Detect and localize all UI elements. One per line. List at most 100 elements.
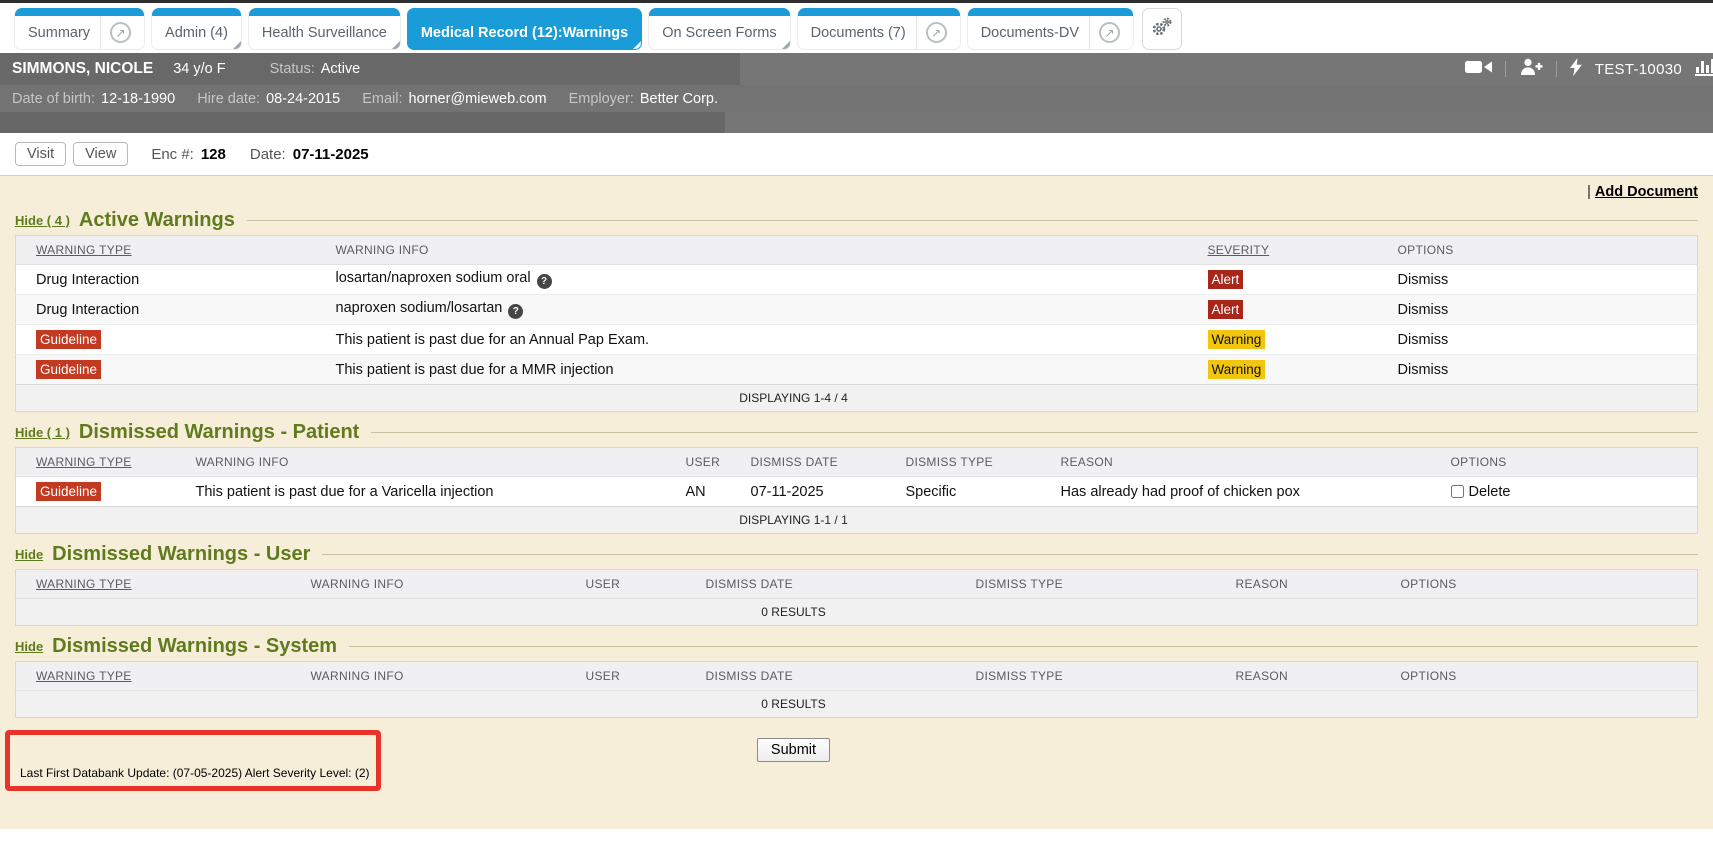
header-icon-cluster: TEST-10030 [1465, 53, 1713, 85]
col-user: USER [566, 662, 686, 691]
col-warning-info: WARNING INFO [291, 570, 566, 599]
tab-summary[interactable]: Summary ↗ [14, 8, 145, 50]
dismiss-type-cell: Specific [886, 477, 1041, 507]
col-options: OPTIONS [1431, 448, 1698, 477]
view-button[interactable]: View [73, 142, 128, 166]
warning-info-cell: This patient is past due for an Annual P… [316, 325, 1188, 355]
popout-segment: ↗ [100, 16, 131, 49]
tab-on-screen-forms[interactable]: On Screen Forms [648, 8, 790, 50]
col-severity: SEVERITY [1188, 236, 1378, 265]
dismissed-user-table: WARNING TYPE WARNING INFO USER DISMISS D… [15, 569, 1698, 626]
date-value: 07-11-2025 [293, 146, 369, 163]
popout-icon[interactable]: ↗ [926, 22, 947, 43]
hide-link[interactable]: Hide [15, 547, 43, 562]
warning-info-cell: losartan/naproxen sodium oral? [316, 265, 1188, 295]
sort-link[interactable]: WARNING TYPE [36, 577, 132, 591]
col-warning-type: WARNING TYPE [16, 662, 291, 691]
tab-admin[interactable]: Admin (4) [151, 8, 242, 50]
hide-link[interactable]: Hide ( 1 ) [15, 425, 70, 440]
section-header-dismissed-patient: Hide ( 1 ) Dismissed Warnings - Patient [15, 421, 1698, 444]
col-dismiss-type: DISMISS TYPE [956, 662, 1216, 691]
tab-accent-strip [152, 8, 241, 16]
dob-value: 12-18-1990 [101, 91, 175, 107]
table-footer-row: 0 RESULTS [16, 691, 1698, 718]
tab-health-surveillance[interactable]: Health Surveillance [248, 8, 401, 50]
dismiss-link[interactable]: Dismiss [1398, 302, 1449, 318]
section-rule [322, 554, 1698, 555]
visit-button[interactable]: Visit [15, 142, 66, 166]
table-header-row: WARNING TYPE WARNING INFO SEVERITY OPTIO… [16, 236, 1698, 265]
add-user-icon[interactable] [1519, 58, 1543, 80]
sort-link[interactable]: WARNING TYPE [36, 243, 132, 257]
col-options: OPTIONS [1378, 236, 1698, 265]
dismissed-system-table: WARNING TYPE WARNING INFO USER DISMISS D… [15, 661, 1698, 718]
sort-link[interactable]: WARNING TYPE [36, 455, 132, 469]
results-count: 0 RESULTS [16, 599, 1698, 626]
warning-info-cell: This patient is past due for a Varicella… [176, 477, 666, 507]
submit-button[interactable]: Submit [757, 738, 830, 762]
tab-accent-strip [249, 8, 400, 16]
popout-icon[interactable]: ↗ [110, 22, 131, 43]
dismiss-link[interactable]: Dismiss [1398, 332, 1449, 348]
table-row: Drug Interaction naproxen sodium/losarta… [16, 295, 1698, 325]
warning-type-cell: Guideline [16, 477, 176, 507]
sort-link[interactable]: SEVERITY [1208, 243, 1270, 257]
col-user: USER [566, 570, 686, 599]
severity-cell: Alert [1188, 265, 1378, 295]
warnings-page: |Add Document Hide ( 4 ) Active Warnings… [0, 176, 1713, 829]
col-warning-type: WARNING TYPE [16, 448, 176, 477]
section-title: Dismissed Warnings - System [52, 635, 337, 658]
dismiss-link[interactable]: Dismiss [1398, 362, 1449, 378]
tab-medical-record-warnings[interactable]: Medical Record (12):Warnings [407, 8, 642, 50]
employer-value: Better Corp. [640, 91, 718, 107]
severity-badge: Alert [1208, 270, 1244, 289]
hide-link[interactable]: Hide ( 4 ) [15, 213, 70, 228]
warning-info-text: losartan/naproxen sodium oral [336, 270, 531, 286]
displaying-count: DISPLAYING 1-1 / 1 [16, 507, 1698, 534]
bar-chart-icon[interactable] [1695, 58, 1713, 81]
tab-documents[interactable]: Documents (7) ↗ [797, 8, 961, 50]
employer-label: Employer: [569, 91, 634, 107]
col-options: OPTIONS [1381, 570, 1698, 599]
help-icon[interactable]: ? [508, 304, 523, 319]
sort-link[interactable]: WARNING TYPE [36, 669, 132, 683]
options-cell: Dismiss [1378, 325, 1698, 355]
col-warning-type: WARNING TYPE [16, 570, 291, 599]
section-title: Dismissed Warnings - Patient [79, 421, 359, 444]
delete-checkbox[interactable] [1451, 485, 1464, 498]
settings-button[interactable] [1142, 8, 1182, 50]
dismiss-link[interactable]: Dismiss [1398, 272, 1449, 288]
popout-segment: ↗ [1089, 16, 1120, 49]
tab-label: Documents-DV [981, 25, 1079, 41]
table-header-row: WARNING TYPE WARNING INFO USER DISMISS D… [16, 570, 1698, 599]
guideline-badge: Guideline [36, 360, 101, 379]
patient-header-row-2: Date of birth:12-18-1990 Hire date:08-24… [0, 85, 1713, 112]
displaying-count: DISPLAYING 1-4 / 4 [16, 385, 1698, 412]
video-camera-icon[interactable] [1465, 59, 1492, 80]
severity-cell: Warning [1188, 355, 1378, 385]
col-dismiss-type: DISMISS TYPE [956, 570, 1216, 599]
icon-divider [1505, 61, 1506, 77]
patient-id: TEST-10030 [1595, 61, 1682, 78]
col-options: OPTIONS [1381, 662, 1698, 691]
warning-type-cell: Guideline [16, 325, 316, 355]
popout-segment: ↗ [916, 16, 947, 49]
patient-header: SIMMONS, NICOLE 34 y/o F Status: Active … [0, 53, 1713, 133]
section-header-dismissed-user: Hide Dismissed Warnings - User [15, 543, 1698, 566]
hire-date-label: Hire date: [197, 91, 260, 107]
help-icon[interactable]: ? [537, 274, 552, 289]
table-footer-row: DISPLAYING 1-4 / 4 [16, 385, 1698, 412]
col-reason: REASON [1216, 662, 1381, 691]
popout-icon[interactable]: ↗ [1099, 22, 1120, 43]
enc-label: Enc #: [151, 146, 194, 163]
tab-documents-dv[interactable]: Documents-DV ↗ [967, 8, 1134, 50]
add-document-link[interactable]: Add Document [1595, 184, 1698, 200]
patient-name: SIMMONS, NICOLE [12, 60, 153, 78]
user-cell: AN [666, 477, 731, 507]
options-cell: Delete [1431, 477, 1698, 507]
hide-link[interactable]: Hide [15, 639, 43, 654]
icon-divider [1556, 61, 1557, 77]
section-header-active-warnings: Hide ( 4 ) Active Warnings [15, 209, 1698, 232]
lightning-icon[interactable] [1570, 58, 1582, 81]
table-footer-row: 0 RESULTS [16, 599, 1698, 626]
